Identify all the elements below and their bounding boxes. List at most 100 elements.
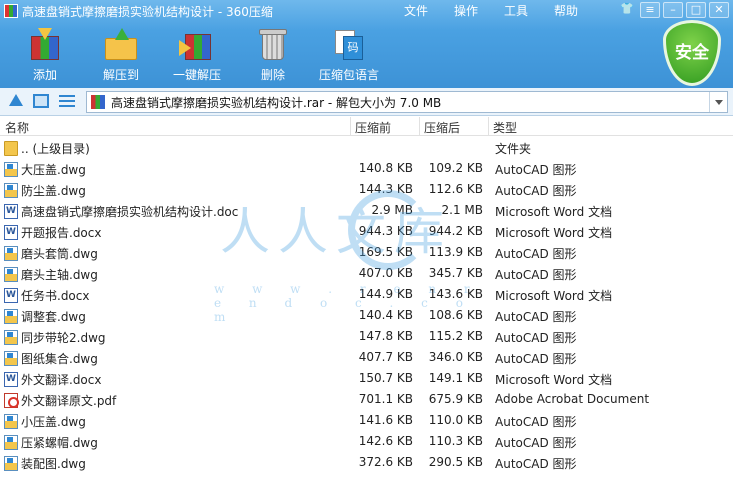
up-arrow-icon[interactable]: [7, 93, 25, 109]
icon-view-icon[interactable]: [33, 94, 49, 108]
window-controls: 👕 ≡ – □ ✕: [617, 2, 729, 18]
extract-label: 解压到: [102, 68, 139, 82]
dwg-icon: [4, 414, 18, 429]
archive-language-button[interactable]: 码 压缩包语言: [314, 28, 384, 84]
table-row[interactable]: 图纸集合.dwg 407.7 KB 346.0 KB AutoCAD 图形: [0, 347, 733, 368]
toolbar: 添加 解压到 一键解压 删除 码 压缩包语言: [10, 28, 390, 84]
table-row[interactable]: 压紧螺帽.dwg 142.6 KB 110.3 KB AutoCAD 图形: [0, 431, 733, 452]
table-row[interactable]: 调整套.dwg 140.4 KB 108.6 KB AutoCAD 图形: [0, 305, 733, 326]
encoding-icon: 码: [331, 28, 367, 62]
table-row[interactable]: 小压盖.dwg 141.6 KB 110.0 KB AutoCAD 图形: [0, 410, 733, 431]
size-before: 142.6 KB: [358, 434, 413, 448]
size-before: 140.8 KB: [358, 161, 413, 175]
dwg-icon: [4, 246, 18, 261]
doc-icon: [4, 288, 18, 303]
file-name: 调整套.dwg: [21, 310, 86, 324]
size-after: 149.1 KB: [428, 371, 483, 385]
file-name-cell: 高速盘销式摩擦磨损实验机结构设计.doc: [4, 203, 238, 220]
table-row[interactable]: 外文翻译.docx 150.7 KB 149.1 KB Microsoft Word …: [0, 368, 733, 389]
app-icon: [4, 4, 18, 18]
file-name: 高速盘销式摩擦磨损实验机结构设计.doc: [21, 205, 239, 219]
size-after: 290.5 KB: [428, 455, 483, 469]
file-type: AutoCAD 图形: [495, 247, 577, 261]
dwg-icon: [4, 351, 18, 366]
file-name-cell: 任务书.docx: [4, 287, 89, 304]
table-row[interactable]: 防尘盖.dwg 144.3 KB 112.6 KB AutoCAD 图形: [0, 179, 733, 200]
header-name[interactable]: 名称: [5, 119, 29, 136]
table-row[interactable]: 大压盖.dwg 140.8 KB 109.2 KB AutoCAD 图形: [0, 158, 733, 179]
file-type: AutoCAD 图形: [495, 163, 577, 177]
file-name-cell: 压紧螺帽.dwg: [4, 434, 98, 451]
file-type: AutoCAD 图形: [495, 310, 577, 324]
one-key-extract-button[interactable]: 一键解压: [162, 28, 232, 84]
file-name: 装配图.dwg: [21, 457, 86, 471]
file-type: AutoCAD 图形: [495, 457, 577, 471]
file-name: 磨头主轴.dwg: [21, 268, 98, 282]
add-archive-icon: [27, 28, 63, 62]
one-key-extract-icon: [179, 28, 215, 62]
list-view-icon[interactable]: [59, 95, 75, 109]
header-type[interactable]: 类型: [493, 119, 517, 136]
menu-file[interactable]: 文件: [404, 2, 428, 19]
file-type: Microsoft Word 文档: [495, 205, 613, 219]
delete-button[interactable]: 删除: [238, 28, 308, 84]
table-row[interactable]: .. (上级目录) 文件夹: [0, 137, 733, 158]
header-before[interactable]: 压缩前: [355, 119, 391, 136]
chevron-down-icon[interactable]: [709, 92, 727, 112]
size-before: 407.7 KB: [358, 350, 413, 364]
file-name-cell: 装配图.dwg: [4, 455, 86, 472]
menu-tools[interactable]: 工具: [504, 2, 528, 19]
file-name: 防尘盖.dwg: [21, 184, 86, 198]
file-type: AutoCAD 图形: [495, 352, 577, 366]
extract-folder-icon: [103, 28, 139, 62]
menu-operation[interactable]: 操作: [454, 2, 478, 19]
dwg-icon: [4, 183, 18, 198]
size-before: 372.6 KB: [358, 455, 413, 469]
file-type: AutoCAD 图形: [495, 268, 577, 282]
table-row[interactable]: 磨头主轴.dwg 407.0 KB 345.7 KB AutoCAD 图形: [0, 263, 733, 284]
table-row[interactable]: 任务书.docx 144.9 KB 143.6 KB Microsoft Word 文…: [0, 284, 733, 305]
extract-to-button[interactable]: 解压到: [86, 28, 156, 84]
file-name-cell: .. (上级目录): [4, 140, 90, 157]
file-name-cell: 图纸集合.dwg: [4, 350, 98, 367]
file-name-cell: 防尘盖.dwg: [4, 182, 86, 199]
menu-help[interactable]: 帮助: [554, 2, 578, 19]
file-name-cell: 大压盖.dwg: [4, 161, 86, 178]
one-key-label: 一键解压: [172, 68, 221, 82]
table-row[interactable]: 开题报告.docx 944.3 KB 944.2 KB Microsoft Word …: [0, 221, 733, 242]
add-button[interactable]: 添加: [10, 28, 80, 84]
size-before: 701.1 KB: [358, 392, 413, 406]
menu-icon[interactable]: ≡: [640, 2, 660, 18]
table-row[interactable]: 装配图.dwg 372.6 KB 290.5 KB AutoCAD 图形: [0, 452, 733, 473]
table-row[interactable]: 高速盘销式摩擦磨损实验机结构设计.doc 2.9 MB 2.1 MB Microsof…: [0, 200, 733, 221]
skin-icon[interactable]: 👕: [617, 2, 637, 18]
dwg-icon: [4, 309, 18, 324]
file-name: 压紧螺帽.dwg: [21, 436, 98, 450]
dwg-icon: [4, 456, 18, 471]
path-field[interactable]: 高速盘销式摩擦磨损实验机结构设计.rar - 解包大小为 7.0 MB: [86, 91, 728, 113]
file-type: Adobe Acrobat Document: [495, 392, 650, 406]
close-icon[interactable]: ✕: [709, 2, 729, 18]
file-name-cell: 外文翻译原文.pdf: [4, 392, 116, 409]
file-name-cell: 开题报告.docx: [4, 224, 101, 241]
file-name: 大压盖.dwg: [21, 163, 86, 177]
file-name: 小压盖.dwg: [21, 415, 86, 429]
file-name: .. (上级目录): [21, 142, 90, 156]
table-row[interactable]: 同步带轮2.dwg 147.8 KB 115.2 KB AutoCAD 图形: [0, 326, 733, 347]
size-after: 675.9 KB: [428, 392, 483, 406]
size-after: 115.2 KB: [428, 329, 483, 343]
header-after[interactable]: 压缩后: [424, 119, 460, 136]
security-shield-icon[interactable]: 安全: [663, 20, 721, 86]
file-type: Microsoft Word 文档: [495, 226, 613, 240]
table-row[interactable]: 外文翻译原文.pdf 701.1 KB 675.9 KB Adobe Acrobat …: [0, 389, 733, 410]
maximize-icon[interactable]: □: [686, 2, 706, 18]
file-name-cell: 小压盖.dwg: [4, 413, 86, 430]
file-name-cell: 外文翻译.docx: [4, 371, 101, 388]
minimize-icon[interactable]: –: [663, 2, 683, 18]
path-text: 高速盘销式摩擦磨损实验机结构设计.rar - 解包大小为 7.0 MB: [111, 95, 442, 110]
size-after: 110.3 KB: [428, 434, 483, 448]
table-row[interactable]: 磨头套筒.dwg 169.5 KB 113.9 KB AutoCAD 图形: [0, 242, 733, 263]
file-name: 外文翻译原文.pdf: [21, 394, 117, 408]
file-type: AutoCAD 图形: [495, 436, 577, 450]
size-after: 2.1 MB: [441, 203, 483, 217]
